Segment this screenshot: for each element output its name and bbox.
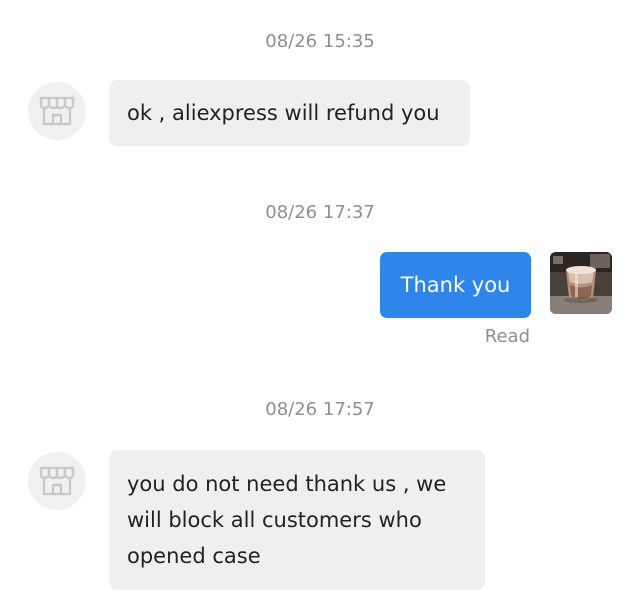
read-receipt: Read xyxy=(484,326,530,347)
store-icon xyxy=(39,466,75,496)
seller-avatar[interactable] xyxy=(28,82,86,140)
message-timestamp: 08/26 17:57 xyxy=(265,399,375,420)
store-icon xyxy=(39,96,75,126)
message-timestamp: 08/26 15:35 xyxy=(265,31,375,52)
outgoing-message-bubble[interactable]: Thank you xyxy=(380,252,531,318)
message-text: you do not need thank us , we will block… xyxy=(127,472,447,568)
message-timestamp: 08/26 17:37 xyxy=(265,202,375,223)
message-text: ok , aliexpress will refund you xyxy=(127,101,440,125)
chat-conversation: 08/26 15:35 ok , aliexpress will refund … xyxy=(0,0,640,616)
user-avatar[interactable] xyxy=(550,252,612,314)
seller-avatar[interactable] xyxy=(28,452,86,510)
incoming-message-bubble[interactable]: ok , aliexpress will refund you xyxy=(109,80,470,146)
message-text: Thank you xyxy=(400,273,511,297)
coffee-cup-photo xyxy=(550,252,612,314)
incoming-message-bubble[interactable]: you do not need thank us , we will block… xyxy=(109,450,485,590)
